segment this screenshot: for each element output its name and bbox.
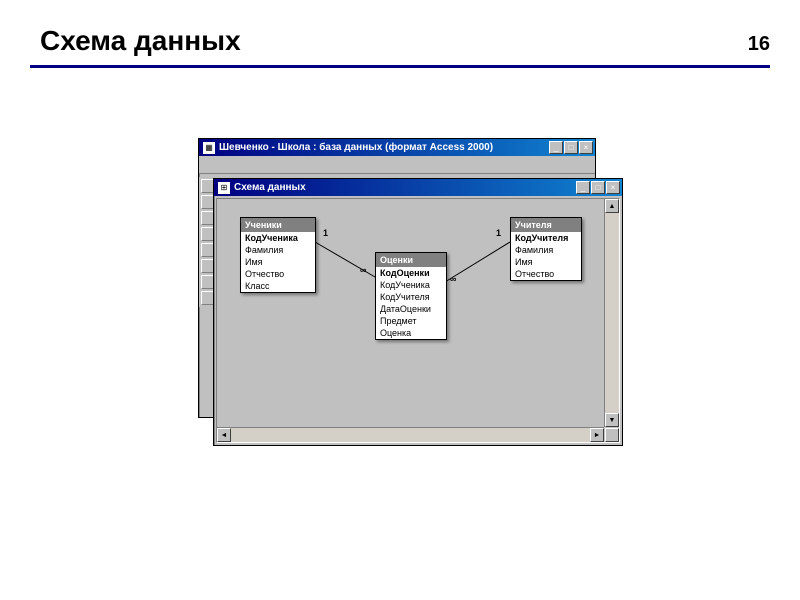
schema-scroll-area: 1 ∞ 1 ∞ Ученики КодУченика Фамилия Имя О… [216, 198, 620, 443]
field[interactable]: Фамилия [511, 244, 581, 256]
table-header: Учителя [511, 218, 581, 232]
db-toolbar [199, 156, 595, 174]
page-number: 16 [748, 33, 770, 56]
vertical-scrollbar[interactable]: ▲ ▼ [604, 199, 619, 427]
field[interactable]: Отчество [511, 268, 581, 280]
field[interactable]: Отчество [241, 268, 315, 280]
table-teachers[interactable]: Учителя КодУчителя Фамилия Имя Отчество [510, 217, 582, 281]
slide-title: Схема данных [40, 25, 241, 57]
scroll-corner [605, 428, 619, 442]
field[interactable]: Класс [241, 280, 315, 292]
cardinality-many: ∞ [450, 274, 456, 284]
field-pk[interactable]: КодУченика [241, 232, 315, 244]
field[interactable]: Имя [511, 256, 581, 268]
cardinality-many: ∞ [360, 265, 366, 275]
schema-titlebar[interactable]: ⊞ Схема данных _ □ × [214, 179, 622, 196]
access-icon: ▦ [203, 142, 215, 154]
db-window-titlebar[interactable]: ▦ Шевченко - Школа : база данных (формат… [199, 139, 595, 156]
field-pk[interactable]: КодОценки [376, 267, 446, 279]
field[interactable]: Оценка [376, 327, 446, 339]
field[interactable]: ДатаОценки [376, 303, 446, 315]
scroll-down-button[interactable]: ▼ [605, 413, 619, 427]
table-grades[interactable]: Оценки КодОценки КодУченика КодУчителя Д… [375, 252, 447, 340]
horizontal-scrollbar[interactable]: ◄ ► [217, 427, 604, 442]
relationship-canvas[interactable]: 1 ∞ 1 ∞ Ученики КодУченика Фамилия Имя О… [220, 202, 601, 424]
db-window-title: Шевченко - Школа : база данных (формат A… [219, 142, 549, 153]
table-students[interactable]: Ученики КодУченика Фамилия Имя Отчество … [240, 217, 316, 293]
field[interactable]: КодУченика [376, 279, 446, 291]
screenshot-area: ▦ Шевченко - Школа : база данных (формат… [178, 138, 622, 450]
table-header: Оценки [376, 253, 446, 267]
field-pk[interactable]: КодУчителя [511, 232, 581, 244]
close-button[interactable]: × [579, 141, 593, 154]
header-divider [30, 65, 770, 68]
field[interactable]: Имя [241, 256, 315, 268]
cardinality-one: 1 [496, 228, 501, 238]
close-button[interactable]: × [606, 181, 620, 194]
minimize-button[interactable]: _ [576, 181, 590, 194]
table-header: Ученики [241, 218, 315, 232]
schema-icon: ⊞ [218, 182, 230, 194]
field[interactable]: КодУчителя [376, 291, 446, 303]
minimize-button[interactable]: _ [549, 141, 563, 154]
maximize-button[interactable]: □ [564, 141, 578, 154]
scroll-right-button[interactable]: ► [590, 428, 604, 442]
scroll-up-button[interactable]: ▲ [605, 199, 619, 213]
cardinality-one: 1 [323, 228, 328, 238]
schema-window: ⊞ Схема данных _ □ × 1 ∞ 1 ∞ Ученики [213, 178, 623, 446]
maximize-button[interactable]: □ [591, 181, 605, 194]
field[interactable]: Предмет [376, 315, 446, 327]
scroll-left-button[interactable]: ◄ [217, 428, 231, 442]
schema-title: Схема данных [234, 182, 576, 193]
field[interactable]: Фамилия [241, 244, 315, 256]
